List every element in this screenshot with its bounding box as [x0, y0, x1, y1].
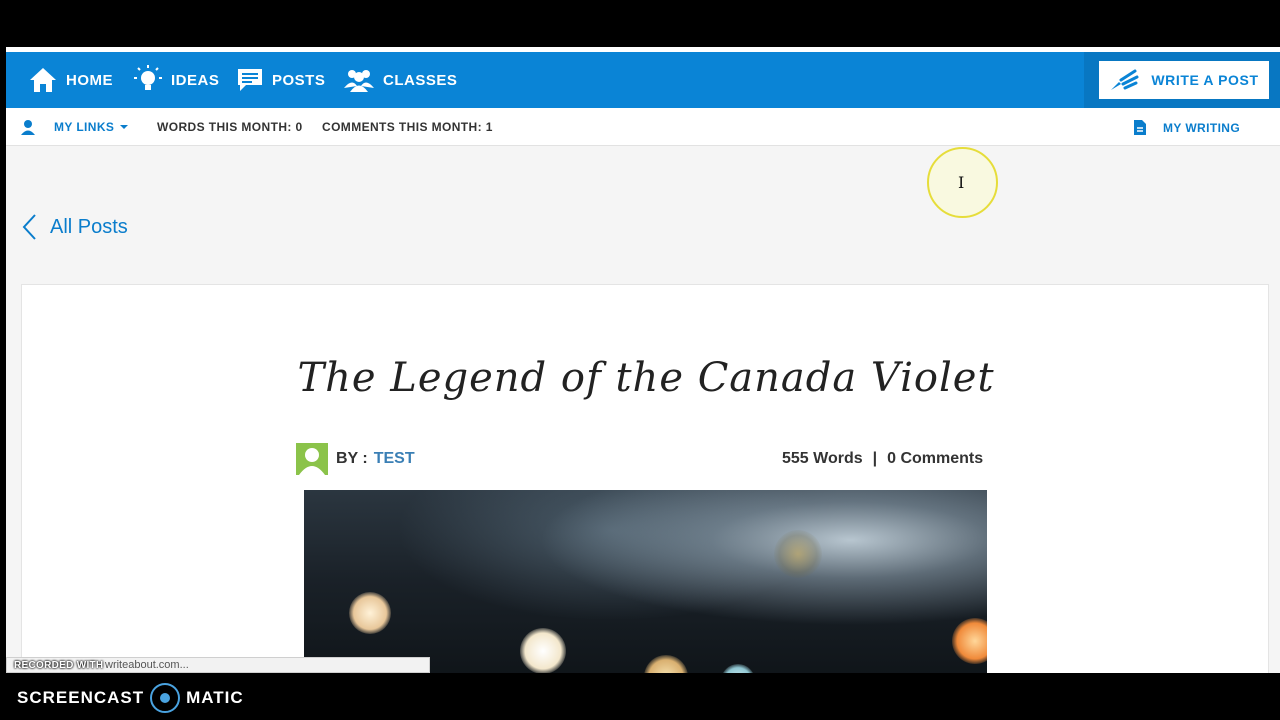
bokeh-light	[774, 530, 822, 578]
comment-count: 0 Comments	[887, 450, 984, 467]
my-writing-link[interactable]: MY WRITING	[1133, 119, 1240, 136]
lightbulb-icon	[134, 65, 162, 90]
nav-ideas[interactable]: IDEAS	[133, 65, 220, 94]
home-icon	[30, 68, 56, 92]
post-title: The Legend of the Canada Violet	[297, 355, 995, 401]
bokeh-light	[952, 618, 987, 664]
stats-separator: |	[872, 450, 878, 467]
my-links-label: MY LINKS	[54, 120, 115, 134]
quill-icon	[1111, 69, 1139, 90]
screen: HOME IDEAS POSTS CLASSES WRITE A POST MY…	[0, 0, 1280, 720]
all-posts-label: All Posts	[50, 215, 128, 238]
nav-classes-label: CLASSES	[383, 71, 458, 89]
comments-this-month-text: COMMENTS THIS MONTH: 1	[322, 120, 493, 134]
word-count: 555 Words	[782, 450, 863, 467]
screencast-brand-left: SCREENCAST	[17, 688, 145, 707]
comments-this-month: COMMENTS THIS MONTH: 1	[322, 120, 493, 134]
document-icon	[1134, 120, 1146, 135]
post-stats: 555 Words | 0 Comments	[782, 450, 983, 468]
chat-bubble-icon	[238, 69, 262, 91]
post-byline: BY : TEST	[296, 443, 415, 475]
bokeh-light	[721, 664, 755, 673]
words-this-month-text: WORDS THIS MONTH: 0	[157, 120, 303, 134]
post-cover-image	[304, 490, 987, 673]
people-icon	[344, 70, 374, 92]
recorded-with-label: RECORDED WITH	[14, 660, 104, 671]
bokeh-light	[520, 628, 566, 673]
nav-home[interactable]: HOME	[28, 66, 113, 94]
all-posts-link[interactable]: All Posts	[20, 213, 128, 241]
caret-down-icon	[120, 125, 129, 129]
browser-page: HOME IDEAS POSTS CLASSES WRITE A POST MY…	[6, 47, 1280, 673]
chevron-left-icon	[22, 214, 36, 240]
screencast-logo: SCREENCAST MATIC	[17, 683, 244, 713]
user-icon	[21, 120, 35, 135]
record-dot-icon	[150, 683, 181, 713]
top-navigation: HOME IDEAS POSTS CLASSES WRITE A POST	[6, 47, 1280, 108]
text-cursor-icon: I	[958, 173, 965, 192]
nav-ideas-label: IDEAS	[171, 71, 220, 89]
screencast-brand-right: MATIC	[186, 688, 244, 707]
nav-posts-label: POSTS	[272, 71, 326, 89]
words-this-month: WORDS THIS MONTH: 0	[157, 120, 303, 134]
nav-home-label: HOME	[66, 71, 113, 89]
bokeh-light	[349, 592, 391, 634]
nav-posts[interactable]: POSTS	[236, 66, 325, 94]
bokeh-light	[644, 655, 688, 673]
write-post-label: WRITE A POST	[1151, 72, 1259, 88]
author-link[interactable]: TEST	[374, 450, 415, 468]
post-card: The Legend of the Canada Violet BY : TES…	[21, 284, 1269, 673]
nav-classes[interactable]: CLASSES	[343, 66, 457, 94]
my-writing-label: MY WRITING	[1163, 120, 1241, 135]
user-avatar-icon	[299, 448, 325, 475]
avatar	[296, 443, 328, 475]
sub-toolbar: MY LINKS WORDS THIS MONTH: 0 COMMENTS TH…	[6, 108, 1280, 146]
screencast-footer: SCREENCAST MATIC	[0, 673, 1280, 720]
by-label: BY :	[336, 450, 368, 467]
status-url: writeabout.com...	[105, 659, 189, 671]
write-post-button[interactable]: WRITE A POST	[1099, 61, 1269, 99]
my-links-menu[interactable]: MY LINKS	[20, 119, 129, 135]
write-post-area: WRITE A POST	[1084, 52, 1280, 108]
